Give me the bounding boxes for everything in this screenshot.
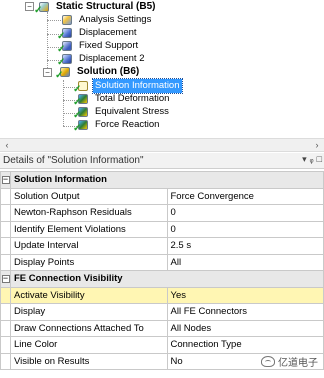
- tree-line: [47, 12, 48, 72]
- property-row[interactable]: Update Interval 2.5 s: [0, 237, 324, 255]
- tree-node-analysis-settings[interactable]: Analysis Settings: [60, 13, 153, 27]
- details-header: Details of "Solution Information" ▾ ᵩ □: [0, 153, 324, 169]
- collapse-minus-icon[interactable]: −: [1, 274, 10, 284]
- property-value[interactable]: All Nodes: [166, 319, 324, 337]
- property-name: Identify Element Violations: [10, 220, 168, 238]
- row-indent: [0, 237, 11, 255]
- group-collapse-toggle[interactable]: −: [0, 270, 11, 288]
- collapse-minus-icon[interactable]: −: [1, 175, 10, 185]
- fixed-support-icon: ✓: [57, 40, 74, 54]
- row-indent: [0, 187, 11, 205]
- property-row[interactable]: Solution Output Force Convergence: [0, 187, 324, 205]
- property-row[interactable]: Line Color Connection Type: [0, 336, 324, 354]
- tree-node-label: Force Reaction: [95, 119, 160, 130]
- watermark: 亿道电子: [261, 354, 318, 369]
- row-indent: [0, 253, 11, 271]
- tree-node-equivalent-stress[interactable]: ✓ Equivalent Stress: [73, 105, 171, 120]
- tree-node-displacement-2[interactable]: ✓ Displacement 2: [57, 52, 146, 67]
- analysis-system-icon: ✓: [34, 1, 51, 15]
- tree-horizontal-scrollbar[interactable]: ‹ ›: [0, 138, 324, 152]
- tree-node-label: Displacement: [79, 27, 137, 38]
- wechat-logo-icon: [261, 356, 275, 367]
- row-indent: [0, 352, 11, 370]
- property-row[interactable]: Identify Element Violations 0: [0, 220, 324, 238]
- tree-node-solution[interactable]: ✓ Solution (B6): [55, 65, 141, 80]
- pin-icon[interactable]: ᵩ: [310, 154, 314, 165]
- property-name: Newton-Raphson Residuals: [10, 204, 168, 222]
- project-tree: − ✓ Static Structural (B5) Analysis Sett…: [0, 0, 324, 138]
- scroll-left-arrow-icon[interactable]: ‹: [0, 139, 14, 151]
- tree-node-label: Displacement 2: [79, 53, 145, 64]
- tree-node-label: Fixed Support: [79, 40, 139, 51]
- tree-node-label: Static Structural (B5): [56, 1, 156, 12]
- property-value[interactable]: Yes: [166, 286, 324, 304]
- row-indent: [0, 303, 11, 321]
- collapse-toggle-root[interactable]: −: [25, 2, 34, 11]
- property-value[interactable]: 2.5 s: [166, 237, 324, 255]
- property-row[interactable]: Draw Connections Attached To All Nodes: [0, 319, 324, 337]
- details-grid: − Solution Information Solution Output Forc…: [0, 171, 324, 378]
- solution-information-icon: ✓: [73, 80, 90, 94]
- watermark-text: 亿道电子: [278, 358, 318, 369]
- total-deformation-icon: ✓: [73, 93, 90, 107]
- property-value[interactable]: 0: [166, 220, 324, 238]
- property-value[interactable]: Connection Type: [166, 336, 324, 354]
- details-title: Details of "Solution Information": [3, 155, 144, 166]
- tree-node-static-structural[interactable]: ✓ Static Structural (B5): [34, 0, 157, 15]
- group-label: Solution Information: [10, 171, 324, 189]
- solution-icon: ✓: [55, 66, 72, 80]
- property-row[interactable]: Display Points All: [0, 253, 324, 271]
- collapse-toggle-solution[interactable]: −: [43, 68, 52, 77]
- property-value[interactable]: All: [166, 253, 324, 271]
- tree-node-solution-information[interactable]: ✓ Solution Information: [73, 78, 183, 94]
- row-indent: [0, 220, 11, 238]
- group-label: FE Connection Visibility: [10, 270, 324, 288]
- maximize-icon[interactable]: □: [317, 154, 322, 165]
- group-header-row[interactable]: − Solution Information: [0, 171, 324, 189]
- tree-node-label: Solution (B6): [77, 66, 140, 77]
- property-name: Solution Output: [10, 187, 168, 205]
- row-indent: [0, 319, 11, 337]
- property-name: Update Interval: [10, 237, 168, 255]
- dropdown-icon[interactable]: ▾: [302, 154, 307, 165]
- group-header-row[interactable]: − FE Connection Visibility: [0, 270, 324, 288]
- analysis-settings-icon: [60, 14, 74, 27]
- scroll-right-arrow-icon[interactable]: ›: [310, 139, 324, 151]
- displacement-icon: ✓: [57, 27, 74, 41]
- tree-node-force-reaction[interactable]: ✓ Force Reaction: [73, 118, 161, 133]
- property-value[interactable]: 0: [166, 204, 324, 222]
- tree-node-label: Analysis Settings: [79, 14, 152, 25]
- property-row[interactable]: Activate Visibility Yes: [0, 286, 324, 304]
- tree-node-label: Total Deformation: [95, 93, 170, 104]
- tree-node-label: Solution Information: [92, 78, 183, 94]
- property-row[interactable]: Display All FE Connectors: [0, 303, 324, 321]
- tree-line: [47, 20, 61, 21]
- property-value[interactable]: Force Convergence: [166, 187, 324, 205]
- tree-node-displacement[interactable]: ✓ Displacement: [57, 26, 139, 41]
- properties-table: − Solution Information Solution Output Forc…: [0, 171, 324, 370]
- row-indent: [0, 286, 11, 304]
- property-name: Visible on Results: [10, 352, 168, 370]
- details-toolbar: ▾ ᵩ □: [302, 154, 322, 165]
- property-name: Display Points: [10, 253, 168, 271]
- displacement-icon: ✓: [57, 53, 74, 67]
- row-indent: [0, 204, 11, 222]
- tree-node-fixed-support[interactable]: ✓ Fixed Support: [57, 39, 140, 54]
- property-name: Display: [10, 303, 168, 321]
- tree-node-total-deformation[interactable]: ✓ Total Deformation: [73, 92, 171, 107]
- property-name: Draw Connections Attached To: [10, 319, 168, 337]
- row-indent: [0, 336, 11, 354]
- force-reaction-icon: ✓: [73, 119, 90, 133]
- tree-node-label: Equivalent Stress: [95, 106, 169, 117]
- equivalent-stress-icon: ✓: [73, 106, 90, 120]
- property-name: Activate Visibility: [10, 286, 168, 304]
- property-value[interactable]: All FE Connectors: [166, 303, 324, 321]
- property-name: Line Color: [10, 336, 168, 354]
- group-collapse-toggle[interactable]: −: [0, 171, 11, 189]
- property-row[interactable]: Newton-Raphson Residuals 0: [0, 204, 324, 222]
